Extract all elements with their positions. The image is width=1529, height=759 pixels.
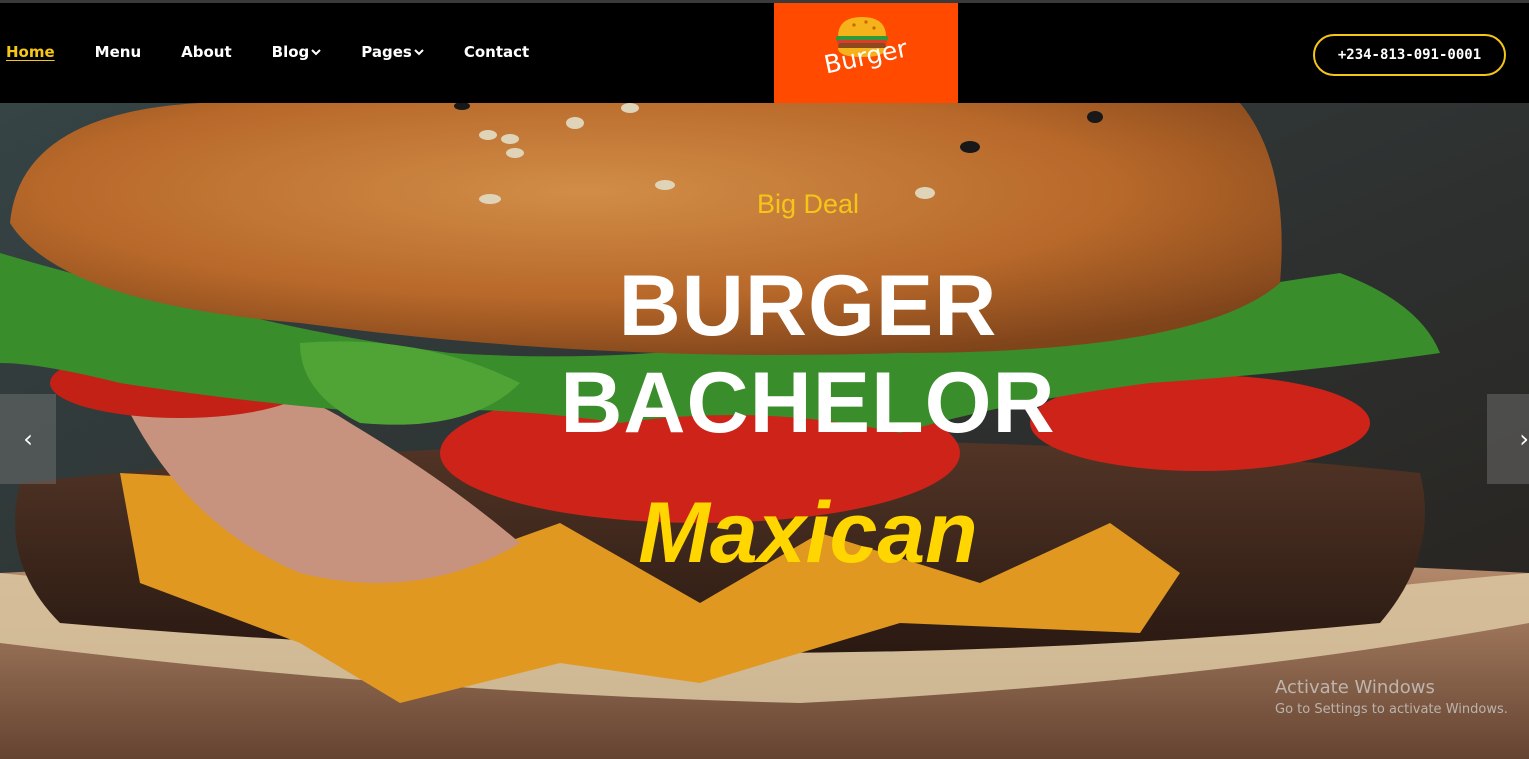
burger-icon: Burger — [821, 17, 911, 79]
hero-title-line-1: BURGER — [618, 258, 998, 354]
windows-activation-watermark: Activate Windows Go to Settings to activ… — [1275, 677, 1508, 717]
phone-label: +234-813-091-0001 — [1337, 47, 1482, 63]
hero-content: Big Deal BURGER BACHELOR Maxican — [0, 103, 1529, 759]
chevron-down-icon — [414, 49, 424, 56]
hero-title-line-2: BACHELOR — [560, 355, 1056, 451]
nav-label-pages: Pages — [361, 43, 412, 61]
nav-link-blog[interactable]: Blog — [272, 43, 322, 61]
watermark-line-2: Go to Settings to activate Windows. — [1275, 702, 1508, 717]
nav-link-home[interactable]: Home — [6, 43, 55, 61]
nav-label-menu: Menu — [94, 43, 142, 61]
navbar: Home Menu About Blog Pages Contact Burge… — [0, 3, 1529, 105]
nav-label-home: Home — [6, 43, 55, 61]
phone-button[interactable]: +234-813-091-0001 — [1313, 34, 1506, 76]
slider-prev-button[interactable]: ‹ — [0, 394, 56, 484]
chevron-down-icon — [311, 49, 321, 56]
nav-link-menu[interactable]: Menu — [95, 43, 141, 61]
nav-label-about: About — [181, 43, 232, 61]
main-nav: Home Menu About Blog Pages Contact — [6, 43, 569, 61]
watermark-line-1: Activate Windows — [1275, 677, 1435, 698]
nav-label-contact: Contact — [463, 43, 530, 61]
nav-link-contact[interactable]: Contact — [464, 43, 529, 61]
hero-eyebrow: Big Deal — [756, 189, 860, 219]
brand-logo[interactable]: Burger — [774, 3, 958, 105]
nav-link-pages[interactable]: Pages — [361, 43, 424, 61]
hero-slider: Big Deal BURGER BACHELOR Maxican ‹ › Act… — [0, 103, 1529, 759]
chevron-right-icon: › — [1519, 425, 1529, 453]
nav-label-blog: Blog — [271, 43, 310, 61]
chevron-left-icon: ‹ — [23, 425, 33, 453]
hero-subtitle: Maxican — [638, 485, 978, 581]
slider-next-button[interactable]: › — [1487, 394, 1529, 484]
nav-link-about[interactable]: About — [181, 43, 232, 61]
